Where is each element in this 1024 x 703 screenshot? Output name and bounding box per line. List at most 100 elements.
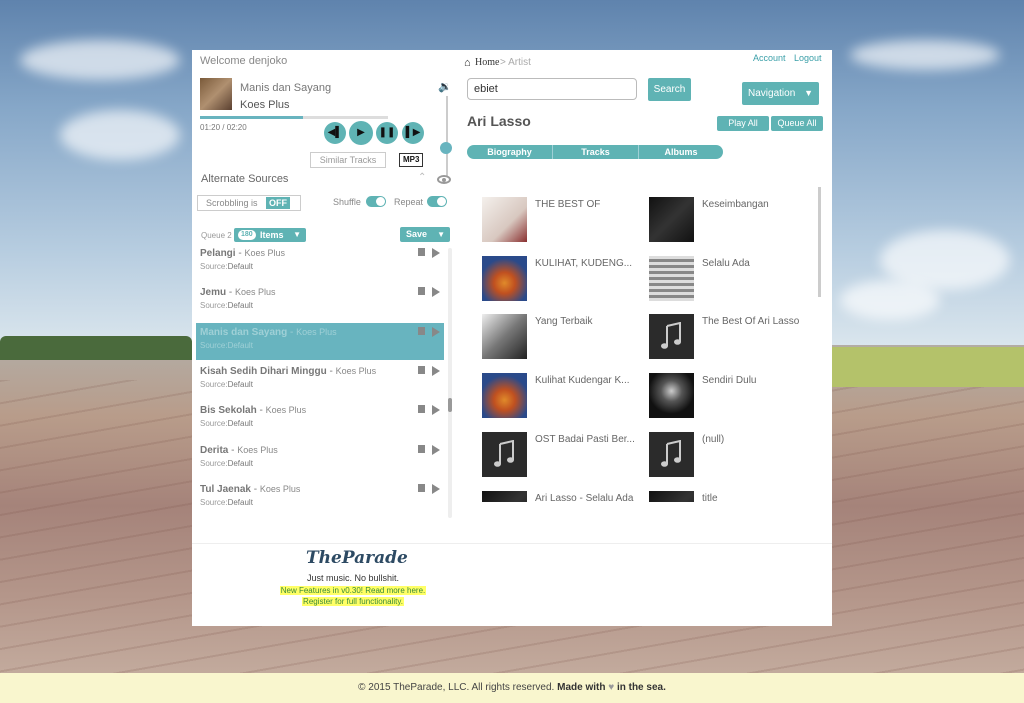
- alternate-sources-heading[interactable]: Alternate Sources: [201, 173, 288, 185]
- album-cover[interactable]: [649, 490, 694, 502]
- queue-item-title: Pelangi - Koes Plus: [200, 248, 285, 259]
- album-card[interactable]: Sendiri Dulu: [641, 366, 801, 419]
- album-cover[interactable]: [482, 490, 527, 502]
- play-icon[interactable]: [432, 248, 440, 258]
- queue-list[interactable]: Pelangi - Koes Plus Source:Default Jemu - …: [196, 244, 444, 519]
- queue-item[interactable]: Manis dan Sayang - Koes Plus Source:Defau…: [196, 322, 444, 360]
- trash-icon[interactable]: [418, 405, 425, 414]
- album-cover[interactable]: [482, 314, 527, 360]
- queue-all-button[interactable]: Queue All: [771, 116, 823, 131]
- trash-icon[interactable]: [418, 287, 425, 296]
- search-button[interactable]: Search: [648, 78, 691, 101]
- queue-item-source: Source:Default: [200, 301, 253, 310]
- play-icon[interactable]: [432, 483, 440, 494]
- navigation-dropdown[interactable]: Navigation ▼: [742, 82, 819, 105]
- volume-slider[interactable]: [446, 96, 448, 176]
- pause-button[interactable]: ❚❚: [376, 122, 398, 144]
- logout-link[interactable]: Logout: [794, 53, 822, 63]
- album-card[interactable]: Ari Lasso - Selalu Ada: [474, 484, 634, 503]
- album-cover[interactable]: [482, 255, 527, 301]
- promo-new-features[interactable]: New Features in v0.30! Read more here.: [192, 586, 514, 595]
- breadcrumb-home[interactable]: Home: [475, 57, 499, 68]
- trash-icon[interactable]: [418, 483, 425, 492]
- queue-scrollbar[interactable]: [448, 248, 452, 518]
- album-card[interactable]: (null): [641, 425, 801, 477]
- chevron-up-icon[interactable]: ⌃: [418, 172, 426, 183]
- album-grid: THE BEST OF Keseimbangan KULIHAT, KUDENG..…: [474, 190, 824, 502]
- album-title[interactable]: Kulihat Kudengar K...: [535, 375, 630, 386]
- home-icon[interactable]: ⌂: [464, 57, 471, 69]
- theparade-logo[interactable]: TheParade: [306, 548, 408, 568]
- album-card[interactable]: Yang Terbaik: [474, 307, 634, 360]
- album-card[interactable]: title: [641, 484, 801, 503]
- promo-register[interactable]: Register for full functionality.: [192, 597, 514, 606]
- album-cover[interactable]: [482, 197, 527, 242]
- album-title[interactable]: KULIHAT, KUDENG...: [535, 258, 632, 269]
- play-icon[interactable]: [432, 365, 440, 376]
- similar-tracks-button[interactable]: Similar Tracks: [310, 152, 386, 168]
- promo-register-text[interactable]: Register for full functionality.: [302, 597, 404, 606]
- queue-item[interactable]: Derita - Koes Plus Source:Default: [196, 441, 444, 478]
- album-cover[interactable]: [649, 255, 694, 301]
- album-card[interactable]: OST Badai Pasti Ber...: [474, 425, 635, 477]
- scrobbling-toggle[interactable]: Scrobbling is OFF: [197, 195, 301, 211]
- repeat-toggle[interactable]: [427, 196, 447, 207]
- album-card[interactable]: Keseimbangan: [641, 190, 801, 242]
- album-title[interactable]: (null): [702, 434, 724, 445]
- album-cover[interactable]: [482, 373, 527, 419]
- play-button[interactable]: ▶: [349, 121, 373, 145]
- account-link[interactable]: Account: [753, 53, 786, 63]
- trash-icon[interactable]: [418, 365, 425, 374]
- play-icon[interactable]: [432, 326, 440, 337]
- album-card[interactable]: Kulihat Kudengar K...: [474, 366, 634, 419]
- album-card[interactable]: The Best Of Ari Lasso: [641, 307, 801, 360]
- trash-icon[interactable]: [418, 248, 425, 256]
- album-card[interactable]: THE BEST OF: [474, 190, 634, 242]
- play-icon[interactable]: [432, 444, 440, 455]
- play-icon[interactable]: [432, 405, 440, 416]
- queue-item[interactable]: Bis Sekolah - Koes Plus Source:Default: [196, 401, 444, 438]
- album-title[interactable]: Yang Terbaik: [535, 316, 592, 327]
- play-icon: ▶: [357, 127, 365, 138]
- album-cover[interactable]: [649, 373, 694, 419]
- tab-albums[interactable]: Albums: [639, 145, 723, 159]
- trash-icon[interactable]: [418, 326, 425, 335]
- save-button[interactable]: Save ▼: [400, 227, 450, 242]
- tab-biography[interactable]: Biography: [467, 145, 553, 159]
- album-title[interactable]: Sendiri Dulu: [702, 375, 756, 386]
- queue-scrollbar-thumb[interactable]: [448, 398, 452, 412]
- album-title[interactable]: title: [702, 493, 718, 503]
- shuffle-toggle[interactable]: [366, 196, 386, 207]
- volume-knob[interactable]: [440, 142, 452, 154]
- search-input[interactable]: [467, 78, 637, 100]
- promo-new-features-text[interactable]: New Features in v0.30! Read more here.: [279, 586, 427, 595]
- album-cover[interactable]: [649, 314, 694, 360]
- progress-bar[interactable]: [200, 116, 388, 119]
- album-cover[interactable]: [649, 431, 694, 477]
- queue-item[interactable]: Pelangi - Koes Plus Source:Default: [196, 244, 444, 281]
- album-cover[interactable]: [649, 197, 694, 242]
- eye-icon[interactable]: [437, 175, 451, 184]
- album-scrollbar[interactable]: [818, 187, 821, 297]
- album-cover[interactable]: [482, 431, 527, 477]
- play-icon[interactable]: [432, 287, 440, 298]
- previous-button[interactable]: ◀▌: [324, 122, 346, 144]
- album-title[interactable]: OST Badai Pasti Ber...: [535, 434, 635, 445]
- album-title[interactable]: Selalu Ada: [702, 258, 750, 269]
- album-title[interactable]: THE BEST OF: [535, 199, 600, 210]
- tab-tracks[interactable]: Tracks: [553, 145, 639, 159]
- queue-item[interactable]: Tul Jaenak - Koes Plus Source:Default: [196, 480, 444, 517]
- album-title[interactable]: Ari Lasso - Selalu Ada: [535, 493, 633, 503]
- album-title[interactable]: Keseimbangan: [702, 199, 769, 210]
- album-card[interactable]: KULIHAT, KUDENG...: [474, 249, 634, 301]
- play-all-button[interactable]: Play All: [717, 116, 769, 131]
- queue-items-dropdown[interactable]: 180 Items ▼: [234, 228, 306, 242]
- album-title[interactable]: The Best Of Ari Lasso: [702, 316, 799, 327]
- next-button[interactable]: ▌▶: [402, 122, 424, 144]
- queue-item[interactable]: Jemu - Koes Plus Source:Default: [196, 283, 444, 320]
- trash-icon[interactable]: [418, 444, 425, 453]
- volume-icon[interactable]: 🔉: [438, 80, 452, 93]
- queue-item[interactable]: Kisah Sedih Dihari Minggu - Koes Plus Sou…: [196, 362, 444, 399]
- scrobbling-state: OFF: [266, 197, 290, 209]
- album-card[interactable]: Selalu Ada: [641, 249, 801, 301]
